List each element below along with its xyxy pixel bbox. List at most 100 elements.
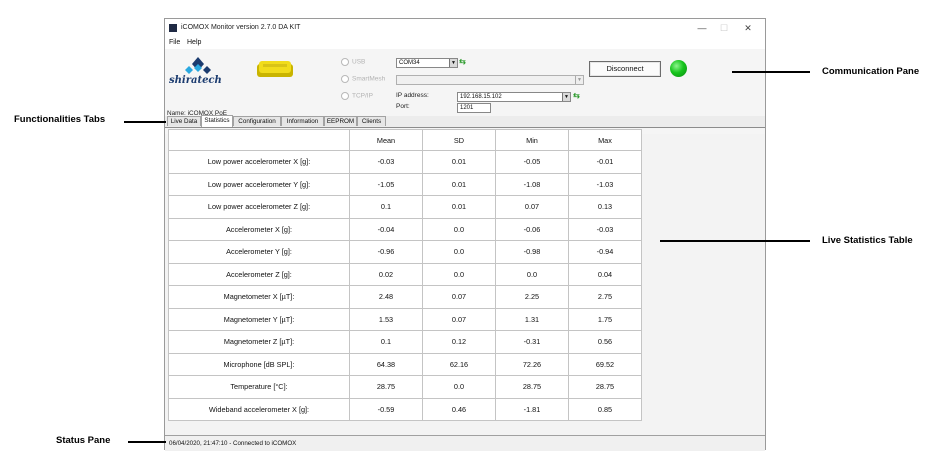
- stat-cell: 0.1: [349, 330, 423, 354]
- tab-information[interactable]: Information: [281, 116, 324, 126]
- stat-cell: 0.0: [495, 262, 569, 286]
- table-row: Wideband accelerometer X [g]: -0.59 0.46 -1…: [168, 397, 642, 421]
- column-header: SD: [422, 129, 496, 151]
- stat-cell: 0.0: [422, 262, 496, 286]
- stat-cell: -0.03: [568, 217, 642, 241]
- port-input[interactable]: 1201: [457, 103, 491, 113]
- row-label: Temperature [°C]:: [168, 375, 350, 399]
- tab-clients[interactable]: Clients: [357, 116, 386, 126]
- stat-cell: -0.59: [349, 397, 423, 421]
- smartmesh-select[interactable]: ▼: [396, 75, 584, 85]
- table-row: Accelerometer X [g]: -0.04 0.0 -0.06 -0.03: [168, 217, 642, 241]
- refresh-usb-icon[interactable]: ⇆: [458, 57, 467, 66]
- usb-radio-icon: [341, 58, 349, 66]
- stat-cell: 2.25: [495, 285, 569, 309]
- usb-port-value: COM34: [399, 60, 420, 66]
- table-row: Magnetometer Z [µT]: 0.1 0.12 -0.31 0.56: [168, 330, 642, 354]
- smartmesh-radio-icon: [341, 75, 349, 83]
- menu-file[interactable]: File: [169, 37, 180, 49]
- stat-cell: -1.03: [568, 172, 642, 196]
- stat-cell: -0.96: [349, 240, 423, 264]
- close-button[interactable]: ✕: [737, 19, 759, 37]
- live-statistics-table: Mean SD Min Max Low power accelerometer X [g…: [168, 129, 642, 421]
- stat-cell: 0.56: [568, 330, 642, 354]
- column-header: Max: [568, 129, 642, 151]
- refresh-ip-icon[interactable]: ⇆: [572, 91, 581, 100]
- ip-address-value: 192.168.15.102: [460, 94, 502, 100]
- usb-radio[interactable]: USB: [341, 58, 365, 66]
- stat-cell: 0.04: [568, 262, 642, 286]
- tcpip-radio[interactable]: TCP/IP: [341, 92, 373, 100]
- usb-port-select[interactable]: COM34 ▼: [396, 58, 458, 68]
- stat-cell: 28.75: [495, 375, 569, 399]
- stat-cell: 28.75: [349, 375, 423, 399]
- stat-cell: -0.06: [495, 217, 569, 241]
- disconnect-button[interactable]: Disconnect: [589, 61, 661, 77]
- functionalities-tabs-pointer: [124, 121, 166, 123]
- chevron-down-icon[interactable]: ▼: [575, 76, 583, 84]
- stat-cell: 0.0: [422, 240, 496, 264]
- stat-cell: 0.1: [349, 195, 423, 219]
- row-label: Low power accelerometer Y [g]:: [168, 172, 350, 196]
- stat-cell: -0.31: [495, 330, 569, 354]
- functionalities-tabs: Live Data Statistics Configuration Infor…: [165, 115, 765, 128]
- status-text: 06/04/2020, 21:47:10 - Connected to iCOM…: [169, 440, 297, 447]
- chevron-down-icon[interactable]: ▼: [449, 59, 457, 67]
- status-pane-label: Status Pane: [56, 435, 111, 446]
- tab-eeprom[interactable]: EEPROM: [324, 116, 357, 126]
- table-row: Accelerometer Z [g]: 0.02 0.0 0.0 0.04: [168, 262, 642, 286]
- row-label: Accelerometer Z [g]:: [168, 262, 350, 286]
- stat-cell: -0.05: [495, 150, 569, 174]
- stat-cell: 28.75: [568, 375, 642, 399]
- chevron-down-icon[interactable]: ▼: [562, 93, 570, 101]
- tab-configuration[interactable]: Configuration: [233, 116, 281, 126]
- row-label: Accelerometer X [g]:: [168, 217, 350, 241]
- tab-live-data[interactable]: Live Data: [167, 116, 201, 126]
- live-statistics-table-pointer: [660, 240, 810, 242]
- table-row: Microphone [dB SPL]: 64.38 62.16 72.26 69.52: [168, 352, 642, 376]
- stat-cell: 72.26: [495, 352, 569, 376]
- ip-address-select[interactable]: 192.168.15.102 ▼: [457, 92, 571, 102]
- stat-cell: -0.04: [349, 217, 423, 241]
- stat-cell: 0.01: [422, 150, 496, 174]
- app-icon: [169, 24, 177, 32]
- stat-cell: 0.46: [422, 397, 496, 421]
- window-title: iCOMOX Monitor version 2.7.0 DA KIT: [181, 24, 301, 31]
- table-row: Magnetometer X [µT]: 2.48 0.07 2.25 2.75: [168, 285, 642, 309]
- communication-pane-pointer: [732, 71, 810, 73]
- port-label: Port:: [396, 103, 410, 110]
- stat-cell: 0.01: [422, 172, 496, 196]
- table-row: Temperature [°C]: 28.75 0.0 28.75 28.75: [168, 375, 642, 399]
- table-row: Magnetometer Y [µT]: 1.53 0.07 1.31 1.75: [168, 307, 642, 331]
- row-label: Low power accelerometer X [g]:: [168, 150, 350, 174]
- minimize-button[interactable]: —: [691, 19, 713, 37]
- row-label: Wideband accelerometer X [g]:: [168, 397, 350, 421]
- row-label: Microphone [dB SPL]:: [168, 352, 350, 376]
- device-image: [257, 61, 293, 77]
- menu-help[interactable]: Help: [187, 37, 201, 49]
- column-header: Min: [495, 129, 569, 151]
- stat-cell: 0.07: [495, 195, 569, 219]
- ip-address-label: IP address:: [396, 92, 429, 99]
- live-statistics-table-label: Live Statistics Table: [822, 235, 913, 246]
- stat-cell: -0.01: [568, 150, 642, 174]
- stat-cell: 64.38: [349, 352, 423, 376]
- stat-cell: -1.05: [349, 172, 423, 196]
- row-label: Magnetometer Y [µT]:: [168, 307, 350, 331]
- stat-cell: 0.07: [422, 285, 496, 309]
- stat-cell: 1.75: [568, 307, 642, 331]
- menu-bar: File Help: [165, 37, 765, 49]
- stat-cell: -0.94: [568, 240, 642, 264]
- maximize-button[interactable]: ☐: [713, 19, 735, 37]
- stat-cell: -0.98: [495, 240, 569, 264]
- table-header-row: Mean SD Min Max: [168, 129, 642, 151]
- status-pane: 06/04/2020, 21:47:10 - Connected to iCOM…: [165, 435, 765, 451]
- smartmesh-radio[interactable]: SmartMesh: [341, 75, 385, 83]
- stat-cell: 0.01: [422, 195, 496, 219]
- status-pane-pointer: [128, 441, 166, 443]
- row-label: Low power accelerometer Z [g]:: [168, 195, 350, 219]
- functionalities-tabs-label: Functionalities Tabs: [14, 114, 106, 125]
- stat-cell: 0.07: [422, 307, 496, 331]
- stat-cell: 1.53: [349, 307, 423, 331]
- tab-statistics[interactable]: Statistics: [201, 115, 233, 127]
